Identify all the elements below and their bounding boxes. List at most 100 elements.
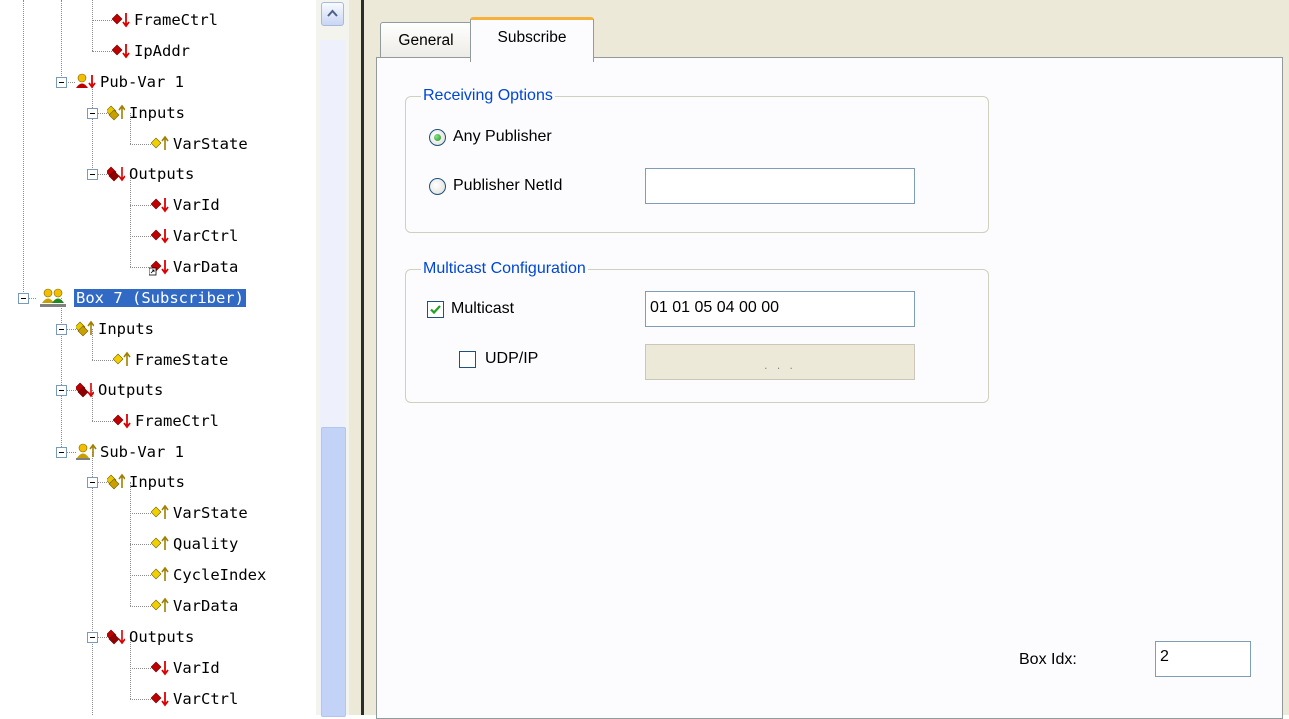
publisher-netid-label[interactable]: Publisher NetId <box>453 176 562 196</box>
tree-line <box>130 575 151 576</box>
tree-item-pub-var-1[interactable]: Pub-Var 1 <box>75 68 186 96</box>
tree-line <box>97 482 107 483</box>
collapse-toggle[interactable] <box>56 77 67 88</box>
tree-item-outputs[interactable]: Outputs <box>107 623 196 651</box>
tree-item-framectrl[interactable]: FrameCtrl <box>112 6 220 34</box>
tree-item-inputs[interactable]: Inputs <box>76 315 156 343</box>
output-var-icon <box>112 13 130 28</box>
tree-item-inputs[interactable]: Inputs <box>107 468 187 496</box>
tree-item-varctrl[interactable]: VarCtrl <box>151 222 240 250</box>
tree-item-box-7-subscriber[interactable]: Box 7 (Subscriber) <box>36 284 246 312</box>
input-var-icon <box>151 135 169 150</box>
tree-line <box>130 267 149 268</box>
tree-item-framestate[interactable]: FrameState <box>113 346 230 374</box>
tree-item-ipaddr[interactable]: IpAddr <box>112 37 192 65</box>
tree-line <box>130 699 151 700</box>
receiving-options-group <box>405 96 989 233</box>
tree-item-quality[interactable]: Quality <box>151 530 240 558</box>
output-var-icon <box>112 44 130 59</box>
collapse-toggle[interactable] <box>56 447 67 458</box>
tree-line <box>130 236 151 237</box>
tree-item-outputs[interactable]: Outputs <box>76 376 165 404</box>
output-var-icon <box>113 414 131 429</box>
receiving-options-title: Receiving Options <box>421 86 555 106</box>
udp-ip-checkbox[interactable] <box>459 351 476 368</box>
tree-item-framectrl[interactable]: FrameCtrl <box>113 407 221 435</box>
tree-line <box>97 113 107 114</box>
tree-item-varctrl[interactable]: VarCtrl <box>151 685 240 713</box>
scrollbar-thumb[interactable] <box>321 427 346 717</box>
output-var-linked-icon <box>149 260 169 276</box>
input-var-icon <box>151 566 169 581</box>
tree-line <box>23 0 24 298</box>
tree-item-varid[interactable]: VarId <box>151 654 222 682</box>
tree-line <box>66 329 76 330</box>
tree-item-varid[interactable]: VarId <box>151 191 222 219</box>
tree-line <box>92 421 113 422</box>
udp-ip-address-field: . . . <box>645 344 915 380</box>
input-var-icon <box>151 597 169 612</box>
box-idx-label: Box Idx: <box>1019 651 1077 668</box>
multicast-address-field[interactable]: 01 01 05 04 00 00 <box>645 291 915 327</box>
publisher-var-icon <box>76 73 96 89</box>
tree-line <box>97 174 107 175</box>
tree-item-inputs[interactable]: Inputs <box>107 99 187 127</box>
subscribe-tab-page: Receiving Options Any Publisher Publishe… <box>376 57 1283 719</box>
box-idx-field[interactable]: 2 <box>1155 641 1251 677</box>
any-publisher-label[interactable]: Any Publisher <box>453 127 552 147</box>
tree-scrollbar[interactable] <box>316 0 349 717</box>
tree-line <box>130 205 151 206</box>
tree-item-outputs[interactable]: Outputs <box>107 160 196 188</box>
outputs-folder-icon <box>107 166 125 182</box>
udp-ip-label[interactable]: UDP/IP <box>485 349 538 369</box>
input-var-icon <box>113 351 131 366</box>
output-var-icon <box>151 198 169 213</box>
tab-subscribe[interactable]: Subscribe <box>470 17 594 62</box>
output-var-icon <box>151 229 169 244</box>
collapse-toggle[interactable] <box>18 293 29 304</box>
outputs-folder-icon <box>76 382 94 398</box>
input-var-icon <box>151 504 169 519</box>
collapse-toggle[interactable] <box>87 632 98 643</box>
tree-line <box>66 452 76 453</box>
tree-line <box>92 20 112 21</box>
publisher-netid-field[interactable] <box>645 168 915 204</box>
collapse-toggle[interactable] <box>87 108 98 119</box>
tree-line <box>92 51 112 52</box>
collapse-toggle[interactable] <box>87 169 98 180</box>
tree-item-vardata[interactable]: VarData <box>149 253 240 281</box>
any-publisher-radio[interactable] <box>429 129 446 146</box>
collapse-toggle[interactable] <box>56 324 67 335</box>
tree-line <box>130 544 151 545</box>
device-tree[interactable]: FrameCtrl IpAddr Pub-Var 1 Inputs VarSta… <box>0 0 316 715</box>
inputs-folder-icon <box>107 473 125 490</box>
collapse-toggle[interactable] <box>87 477 98 488</box>
tree-item-vardata[interactable]: VarData <box>151 592 240 620</box>
subscriber-box-icon <box>40 288 66 307</box>
multicast-checkbox[interactable] <box>427 301 444 318</box>
tree-line <box>61 0 62 82</box>
tree-item-varstate[interactable]: VarState <box>151 499 250 527</box>
outputs-folder-icon <box>107 629 125 645</box>
multicast-configuration-title: Multicast Configuration <box>421 259 588 279</box>
tab-general[interactable]: General <box>380 22 472 58</box>
splitter[interactable] <box>349 0 361 715</box>
inputs-folder-icon <box>76 320 94 337</box>
chevron-up-icon <box>327 9 338 17</box>
multicast-label[interactable]: Multicast <box>451 299 514 319</box>
tree-item-cycleindex[interactable]: CycleIndex <box>151 561 268 589</box>
tree-item-sub-var-1[interactable]: Sub-Var 1 <box>76 438 186 466</box>
tree-line <box>130 606 151 607</box>
tree-line <box>130 668 151 669</box>
collapse-toggle[interactable] <box>56 385 67 396</box>
tree-line <box>66 390 76 391</box>
input-var-icon <box>151 535 169 550</box>
tree-item-varstate[interactable]: VarState <box>151 130 250 158</box>
tree-line <box>130 513 151 514</box>
output-var-icon <box>151 692 169 707</box>
scroll-up-button[interactable] <box>321 2 344 26</box>
multicast-configuration-group <box>405 269 989 403</box>
publisher-netid-radio[interactable] <box>429 178 446 195</box>
tree-line <box>92 452 93 715</box>
tree-line <box>28 298 36 299</box>
